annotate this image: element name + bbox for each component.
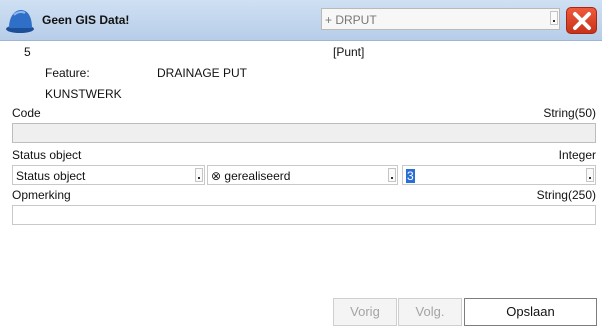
- chevron-down-icon[interactable]: [550, 11, 558, 25]
- code-type: String(50): [543, 106, 596, 120]
- status-label: Status object: [12, 148, 82, 162]
- status-code-value: 3: [406, 169, 415, 183]
- opmerking-label: Opmerking: [12, 188, 71, 202]
- save-button[interactable]: Opslaan: [464, 298, 597, 326]
- close-icon: [573, 12, 591, 30]
- prev-button[interactable]: Vorig: [333, 298, 397, 326]
- feature-type-select[interactable]: + DRPUT: [321, 8, 560, 30]
- next-button[interactable]: Volg.: [398, 298, 462, 326]
- status-value-select[interactable]: ⊗ gerealiseerd: [207, 165, 398, 185]
- feature-label: Feature:: [45, 66, 90, 80]
- chevron-down-icon[interactable]: [195, 168, 203, 182]
- close-button[interactable]: [566, 7, 597, 34]
- code-label: Code: [12, 106, 41, 120]
- feature-type-value: + DRPUT: [325, 13, 377, 27]
- geometry-type: [Punt]: [333, 45, 365, 59]
- code-field[interactable]: [12, 123, 596, 143]
- status-value: ⊗ gerealiseerd: [211, 169, 291, 183]
- title-bar: Geen GIS Data! + DRPUT: [0, 0, 602, 41]
- helmet-icon: [6, 10, 34, 33]
- feature-category: KUNSTWERK: [45, 87, 122, 101]
- chevron-down-icon[interactable]: [586, 168, 594, 182]
- opmerking-field[interactable]: [12, 205, 596, 225]
- chevron-down-icon[interactable]: [388, 168, 396, 182]
- status-object-select[interactable]: Status object: [12, 165, 205, 185]
- status-code-select[interactable]: 3: [402, 165, 596, 185]
- window-title: Geen GIS Data!: [42, 13, 130, 27]
- feature-value: DRAINAGE PUT: [157, 66, 248, 80]
- status-type: Integer: [558, 148, 596, 162]
- opmerking-type: String(250): [536, 188, 596, 202]
- status-object-value: Status object: [16, 169, 86, 183]
- feature-id: 5: [24, 45, 31, 59]
